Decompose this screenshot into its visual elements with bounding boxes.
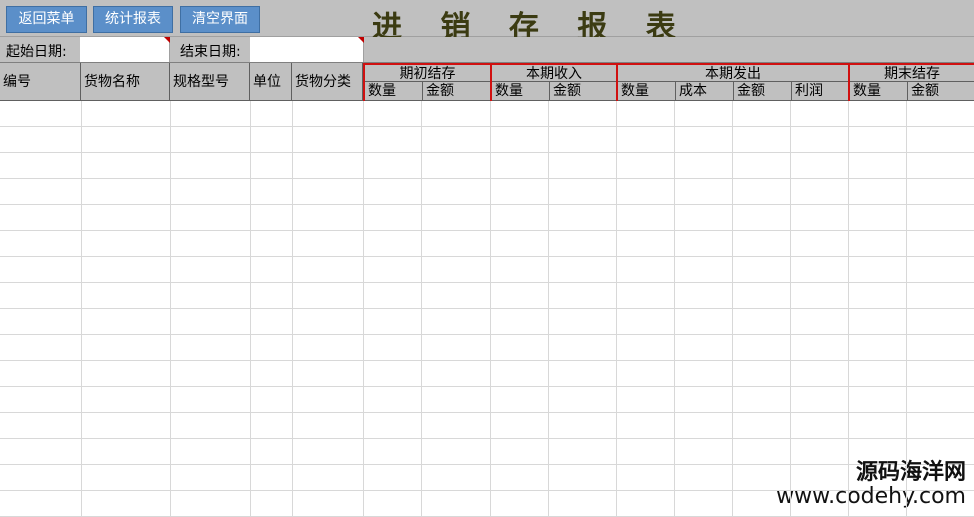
grid-column-line: [732, 101, 733, 517]
group-period-income: 本期收入 数量 金额: [490, 63, 616, 101]
grid-column-line: [674, 101, 675, 517]
column-header-unit: 单位: [250, 63, 292, 101]
table-row[interactable]: [0, 101, 974, 127]
clear-screen-button[interactable]: 清空界面: [180, 6, 260, 33]
watermark-url: www.codehy.com: [776, 483, 966, 509]
grid-column-line: [421, 101, 422, 517]
grid-column-line: [363, 101, 364, 517]
comment-marker-icon: [164, 37, 170, 43]
grid-column-line: [616, 101, 617, 517]
table-row[interactable]: [0, 231, 974, 257]
start-date-label: 起始日期:: [6, 44, 67, 60]
report-grid[interactable]: [0, 101, 974, 517]
table-row[interactable]: [0, 361, 974, 387]
column-header-name: 货物名称: [81, 63, 170, 101]
group-period-outgoing: 本期发出 数量 成本 金额 利润: [616, 63, 848, 101]
column-header-category: 货物分类: [292, 63, 363, 101]
date-filter-row: 起始日期: 结束日期:: [0, 37, 974, 63]
subheader-outgoing-profit: 利润: [795, 83, 823, 99]
subheader-outgoing-amount: 金额: [734, 82, 792, 101]
grid-column-line: [790, 101, 791, 517]
watermark-name: 源码海洋网: [855, 459, 966, 485]
group-title-opening: 期初结存: [365, 63, 490, 82]
table-header: 编号 货物名称 规格型号 单位 货物分类 期初结存 数量 金额 本期收入 数量 …: [0, 63, 974, 101]
group-closing-balance: 期末结存 数量 金额: [848, 63, 974, 101]
table-row[interactable]: [0, 309, 974, 335]
back-to-menu-button[interactable]: 返回菜单: [6, 6, 87, 33]
column-header-spec: 规格型号: [170, 63, 250, 101]
table-row[interactable]: [0, 283, 974, 309]
comment-marker-icon: [358, 37, 364, 43]
subheader-outgoing-cost: 成本: [676, 82, 734, 101]
subheader-opening-amount: 金额: [426, 83, 454, 99]
grid-column-line: [548, 101, 549, 517]
end-date-label: 结束日期:: [180, 44, 241, 60]
group-title-outgoing: 本期发出: [618, 63, 848, 82]
table-row[interactable]: [0, 153, 974, 179]
subheader-outgoing-qty: 数量: [618, 82, 676, 101]
grid-column-line: [848, 101, 849, 517]
group-opening-balance: 期初结存 数量 金额: [363, 63, 490, 101]
start-date-input[interactable]: [80, 37, 170, 62]
subheader-opening-qty: 数量: [365, 82, 423, 101]
table-row[interactable]: [0, 205, 974, 231]
group-title-closing: 期末结存: [850, 63, 974, 82]
toolbar: 返回菜单 统计报表 清空界面 进 销 存 报 表: [0, 0, 974, 45]
table-row[interactable]: [0, 387, 974, 413]
grid-column-line: [906, 101, 907, 517]
subheader-income-amount: 金额: [553, 83, 581, 99]
grid-column-line: [250, 101, 251, 517]
column-header-id: 编号: [0, 63, 81, 101]
subheader-closing-qty: 数量: [850, 82, 908, 101]
table-row[interactable]: [0, 127, 974, 153]
subheader-closing-amount: 金额: [911, 83, 939, 99]
grid-column-line: [170, 101, 171, 517]
grid-column-line: [81, 101, 82, 517]
table-row[interactable]: [0, 257, 974, 283]
end-date-input[interactable]: [250, 37, 364, 62]
table-row[interactable]: [0, 179, 974, 205]
watermark: 源码海洋网 www.codehy.com: [776, 459, 966, 509]
group-title-income: 本期收入: [492, 63, 616, 82]
table-row[interactable]: [0, 335, 974, 361]
grid-column-line: [292, 101, 293, 517]
table-row[interactable]: [0, 413, 974, 439]
subheader-income-qty: 数量: [492, 82, 550, 101]
statistics-report-button[interactable]: 统计报表: [93, 6, 173, 33]
grid-column-line: [490, 101, 491, 517]
